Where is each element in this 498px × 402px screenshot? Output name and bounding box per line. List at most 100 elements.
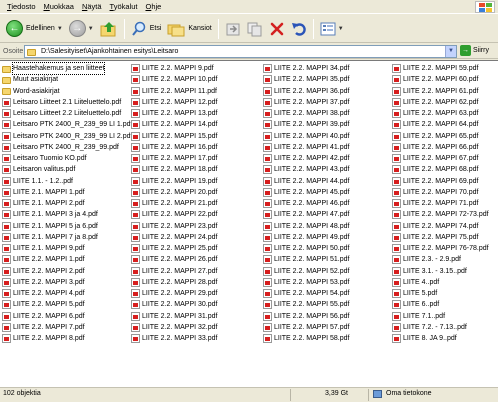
file-item[interactable]: LIITE 2.2. MAPPI 14.pdf [131,119,217,130]
file-item[interactable]: LIITE 2.2. MAPPI 10.pdf [131,74,217,85]
move-to-button[interactable] [222,17,244,41]
file-item[interactable]: LIITE 6..pdf [392,299,489,310]
file-item[interactable]: LIITE 2.2. MAPPI 66.pdf [392,142,489,153]
file-item[interactable]: LIITE 2.2. MAPPI 20.pdf [131,187,217,198]
file-item[interactable]: Leitsaro PTK 2400_R_239_99.pdf [2,142,132,153]
file-item[interactable]: LIITE 2.2. MAPPI 76-78.pdf [392,243,489,254]
file-item[interactable]: LIITE 2.2. MAPPI 38.pdf [263,108,349,119]
file-item[interactable]: LIITE 2.2. MAPPI 61.pdf [392,86,489,97]
delete-button[interactable] [266,17,288,41]
file-item[interactable]: LIITE 2.2. MAPPI 44.pdf [263,176,349,187]
file-item[interactable]: LIITE 2.2. MAPPI 75.pdf [392,232,489,243]
menu-tools[interactable]: Työkalut [106,0,142,14]
address-input[interactable]: D:\Salesityiset\Ajankohtainen esitys\Lei… [24,45,457,58]
back-button[interactable]: ← Edellinen ▼ [3,17,66,41]
file-item[interactable]: LIITE 8. JA 9..pdf [392,333,489,344]
file-item[interactable]: LIITE 2.2. MAPPI 25.pdf [131,243,217,254]
file-item[interactable]: LIITE 2.2. MAPPI 23.pdf [131,221,217,232]
file-item[interactable]: Leitsaro PTK 2400_R_239_99 LI 1.pdf [2,119,132,130]
file-item[interactable]: LIITE 2.2. MAPPI 22.pdf [131,209,217,220]
file-item[interactable]: LIITE 2.2. MAPPI 17.pdf [131,153,217,164]
file-item[interactable]: LIITE 2.2. MAPPI 39.pdf [263,119,349,130]
file-item[interactable]: LIITE 2.2. MAPPI 51.pdf [263,254,349,265]
file-item[interactable]: LIITE 2.2. MAPPI 28.pdf [131,277,217,288]
file-item[interactable]: LIITE 2.2. MAPPI 49.pdf [263,232,349,243]
file-item[interactable]: Leitsaro PTK 2400_R_239_99 LI 2.pdf [2,131,132,142]
copy-to-button[interactable] [244,17,266,41]
file-item[interactable]: LIITE 2.2. MAPPI 12.pdf [131,97,217,108]
file-item[interactable]: LIITE 2.2. MAPPI 24.pdf [131,232,217,243]
file-item[interactable]: LIITE 2.2. MAPPI 64.pdf [392,119,489,130]
file-item[interactable]: LIITE 2.1. MAPPI 5 ja 6.pdf [2,221,132,232]
undo-button[interactable] [288,17,310,41]
file-item[interactable]: LIITE 2.2. MAPPI 45.pdf [263,187,349,198]
file-item[interactable]: LIITE 5.pdf [392,288,489,299]
file-item[interactable]: LIITE 1.1. - 1.2..pdf [2,176,132,187]
file-item[interactable]: LIITE 2.2. MAPPI 36.pdf [263,86,349,97]
file-item[interactable]: LIITE 2.2. MAPPI 59.pdf [392,63,489,74]
file-item[interactable]: LIITE 2.2. MAPPI 19.pdf [131,176,217,187]
menu-help[interactable]: Ohje [141,0,165,14]
file-item[interactable]: LIITE 2.2. MAPPI 3.pdf [2,277,132,288]
chevron-down-icon[interactable]: ▼ [338,26,344,32]
file-item[interactable]: LIITE 2.1. MAPPI 9.pdf [2,243,132,254]
file-item[interactable]: LIITE 2.2. MAPPI 15.pdf [131,131,217,142]
file-item[interactable]: LIITE 2.2. MAPPI 56.pdf [263,311,349,322]
file-item[interactable]: LIITE 2.2. MAPPI 50.pdf [263,243,349,254]
file-item[interactable]: Leitsaro Liitteet 2.1 Liiteluettelo.pdf [2,97,132,108]
file-item[interactable]: LIITE 2.2. MAPPI 6.pdf [2,311,132,322]
file-item[interactable]: LIITE 2.2. MAPPI 47.pdf [263,209,349,220]
file-item[interactable]: LIITE 2.2. MAPPI 40.pdf [263,131,349,142]
file-item[interactable]: LIITE 2.2. MAPPI 46.pdf [263,198,349,209]
file-item[interactable]: LIITE 2.2. MAPPI 71.pdf [392,198,489,209]
up-folder-button[interactable] [97,17,121,41]
file-item[interactable]: LIITE 2.2. MAPPI 42.pdf [263,153,349,164]
file-item[interactable]: LIITE 2.2. MAPPI 57.pdf [263,322,349,333]
search-button[interactable]: Etsi [128,17,165,41]
file-item[interactable]: LIITE 4..pdf [392,277,489,288]
file-item[interactable]: LIITE 2.2. MAPPI 35.pdf [263,74,349,85]
file-item[interactable]: LIITE 2.2. MAPPI 4.pdf [2,288,132,299]
file-item[interactable]: LIITE 2.2. MAPPI 74.pdf [392,221,489,232]
file-item[interactable]: LIITE 2.2. MAPPI 1.pdf [2,254,132,265]
menu-file[interactable]: Tiedosto [3,0,40,14]
file-item[interactable]: LIITE 2.1. MAPPI 2.pdf [2,198,132,209]
file-item[interactable]: LIITE 2.2. MAPPI 53.pdf [263,277,349,288]
file-item[interactable]: LIITE 2.2. MAPPI 2.pdf [2,266,132,277]
file-item[interactable]: Leitsaron valitus.pdf [2,164,132,175]
file-item[interactable]: LIITE 2.1. MAPPI 3 ja 4.pdf [2,209,132,220]
file-item[interactable]: LIITE 2.2. MAPPI 68.pdf [392,164,489,175]
address-dropdown-button[interactable]: ▼ [445,46,456,57]
file-item[interactable]: LIITE 2.2. MAPPI 70.pdf [392,187,489,198]
file-item[interactable]: LIITE 7.1..pdf [392,311,489,322]
file-item[interactable]: LIITE 2.2. MAPPI 72-73.pdf [392,209,489,220]
file-item[interactable]: LIITE 2.2. MAPPI 43.pdf [263,164,349,175]
file-item[interactable]: LIITE 2.1. MAPPI 7 ja 8.pdf [2,232,132,243]
file-item[interactable]: LIITE 2.2. MAPPI 69.pdf [392,176,489,187]
file-item[interactable]: LIITE 2.2. MAPPI 5.pdf [2,299,132,310]
file-item[interactable]: LIITE 2.2. MAPPI 58.pdf [263,333,349,344]
file-item[interactable]: LIITE 2.2. MAPPI 8.pdf [2,333,132,344]
chevron-down-icon[interactable]: ▼ [57,26,63,32]
file-item[interactable]: LIITE 2.2. MAPPI 30.pdf [131,299,217,310]
chevron-down-icon[interactable]: ▼ [88,26,94,32]
file-item[interactable]: LIITE 2.2. MAPPI 60.pdf [392,74,489,85]
file-item[interactable]: LIITE 2.2. MAPPI 52.pdf [263,266,349,277]
file-item[interactable]: LIITE 2.2. MAPPI 41.pdf [263,142,349,153]
folder-item[interactable]: Haastehakemus ja sen liitteet [2,61,132,76]
file-item[interactable]: LIITE 2.3. - 2.9.pdf [392,254,489,265]
file-item[interactable]: LIITE 2.2. MAPPI 55.pdf [263,299,349,310]
views-button[interactable]: ▼ [317,17,347,41]
file-item[interactable]: LIITE 2.2. MAPPI 31.pdf [131,311,217,322]
file-item[interactable]: LIITE 2.2. MAPPI 67.pdf [392,153,489,164]
file-item[interactable]: LIITE 3.1. - 3.15..pdf [392,266,489,277]
menu-edit[interactable]: Muokkaa [40,0,78,14]
file-item[interactable]: LIITE 2.2. MAPPI 29.pdf [131,288,217,299]
file-item[interactable]: LIITE 2.2. MAPPI 48.pdf [263,221,349,232]
menu-view[interactable]: Näytä [78,0,106,14]
file-item[interactable]: LIITE 2.2. MAPPI 32.pdf [131,322,217,333]
file-item[interactable]: LIITE 2.2. MAPPI 34.pdf [263,63,349,74]
folders-button[interactable]: Kansiot [164,17,214,41]
file-item[interactable]: LIITE 2.2. MAPPI 16.pdf [131,142,217,153]
folder-item[interactable]: Muut asiakirjat [2,74,132,85]
